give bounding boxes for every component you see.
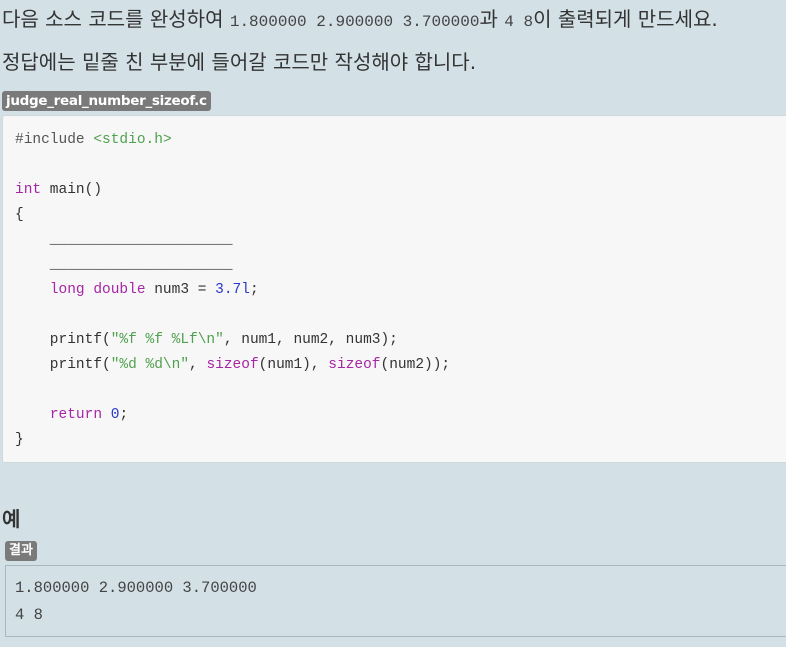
expected-output-inline: 4 8 <box>504 13 534 31</box>
code-block: #include <stdio.h> int main() { __________… <box>2 115 786 463</box>
example-heading: 예 <box>2 507 21 531</box>
instruction-text: 과 <box>479 7 505 31</box>
code-line: return 0; <box>49 407 129 423</box>
code-blank-line: _____________________ <box>15 232 233 248</box>
code-line: printf("%d %d\n", sizeof(num1), sizeof(n… <box>15 357 451 373</box>
output-line: 4 8 <box>15 606 43 624</box>
result-output-block: 1.800000 2.900000 3.700000 4 8 <box>5 565 786 637</box>
code-line: printf("%f %f %Lf\n", num1, num2, num3); <box>15 332 398 348</box>
result-label: 결과 <box>5 541 37 561</box>
instruction-line-1: 다음 소스 코드를 완성하여 1.800000 2.900000 3.70000… <box>2 3 718 32</box>
code-line: { <box>15 207 24 223</box>
code-line: long double num3 = 3.7l; <box>49 282 259 298</box>
instruction-text: 이 출력되게 만드세요. <box>533 7 718 31</box>
code-line: int main() <box>15 182 103 198</box>
instruction-text: 다음 소스 코드를 완성하여 <box>2 7 230 31</box>
code-line: } <box>15 432 24 448</box>
file-name-label: judge_real_number_sizeof.c <box>2 91 211 111</box>
expected-output-inline: 1.800000 2.900000 3.700000 <box>229 13 480 31</box>
instruction-line-2: 정답에는 밑줄 친 부분에 들어갈 코드만 작성해야 합니다. <box>2 50 477 74</box>
output-line: 1.800000 2.900000 3.700000 <box>15 579 257 597</box>
source-code: #include <stdio.h> int main() { __________… <box>15 128 450 453</box>
result-output: 1.800000 2.900000 3.700000 4 8 <box>15 575 257 629</box>
code-line: #include <stdio.h> <box>15 132 172 148</box>
code-blank-line: _____________________ <box>15 257 233 273</box>
